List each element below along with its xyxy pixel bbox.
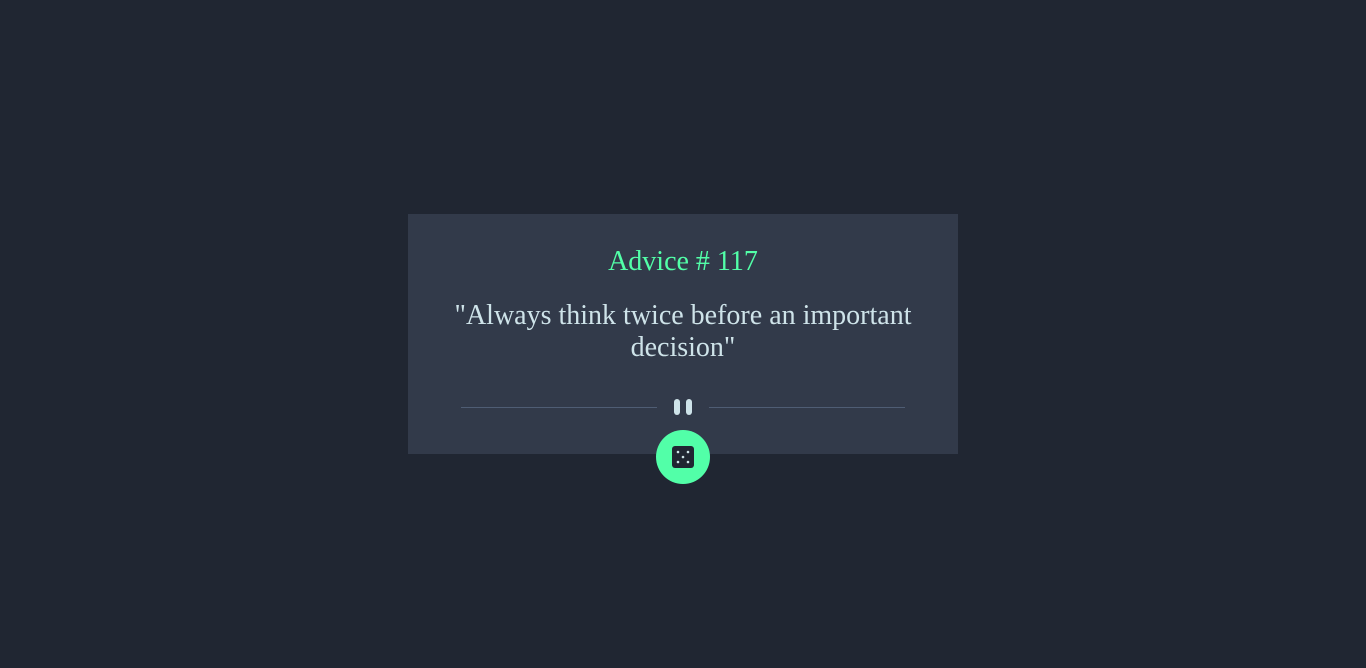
new-advice-button[interactable] — [656, 430, 710, 484]
advice-card: Advice # 117 "Always think twice before … — [408, 214, 958, 454]
divider-line-left — [461, 407, 657, 408]
advice-quote: "Always think twice before an important … — [454, 300, 912, 363]
pause-icon — [672, 399, 694, 415]
advice-id: Advice # 117 — [608, 246, 758, 277]
divider-line-right — [709, 407, 905, 408]
dice-icon — [672, 446, 694, 468]
pattern-divider — [461, 398, 905, 416]
